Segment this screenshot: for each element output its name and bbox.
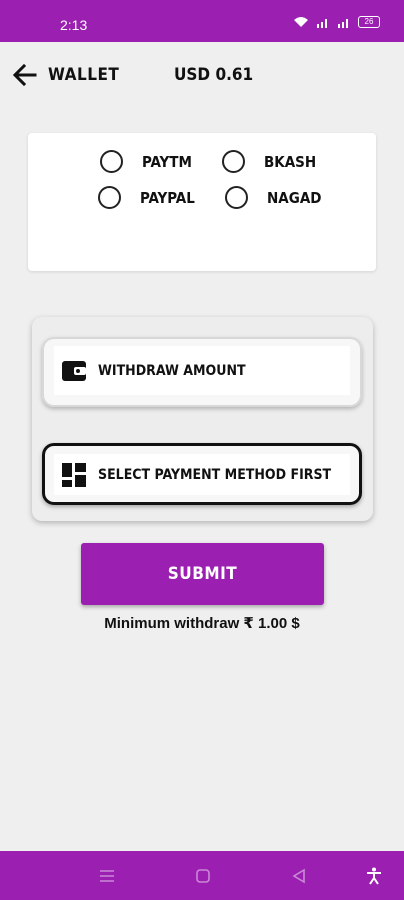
- status-time: 2:13: [60, 17, 88, 33]
- withdraw-form-panel: WITHDRAW AMOUNT SELECT PAYMENT METHOD FI…: [32, 317, 373, 521]
- withdraw-amount-input[interactable]: WITHDRAW AMOUNT: [54, 346, 350, 395]
- payment-method-placeholder: SELECT PAYMENT METHOD FIRST: [98, 466, 332, 483]
- system-nav-bar: [0, 851, 404, 900]
- accessibility-icon[interactable]: [364, 866, 384, 886]
- status-bar: 2:13 26: [0, 0, 404, 42]
- radio-option-paytm[interactable]: PAYTM: [100, 150, 192, 173]
- signal-icon: [317, 19, 327, 28]
- radio-option-nagad[interactable]: NAGAD: [225, 186, 321, 209]
- radio-button[interactable]: [100, 150, 123, 173]
- status-icons: 26: [293, 16, 380, 28]
- minimum-withdraw-text: Minimum withdraw ₹ 1.00 $: [104, 615, 300, 632]
- home-icon[interactable]: [193, 866, 213, 886]
- payment-method-select-inner[interactable]: SELECT PAYMENT METHOD FIRST: [54, 454, 350, 495]
- signal-icon: [338, 19, 348, 28]
- menu-icon[interactable]: [97, 866, 117, 886]
- payment-method-select[interactable]: SELECT PAYMENT METHOD FIRST: [42, 443, 362, 505]
- radio-label-nagad: NAGAD: [267, 188, 322, 207]
- radio-label-paypal: PAYPAL: [140, 188, 195, 207]
- arrow-left-icon[interactable]: [10, 60, 40, 90]
- radio-option-bkash[interactable]: BKASH: [222, 150, 316, 173]
- radio-label-bkash: BKASH: [264, 152, 317, 171]
- radio-button[interactable]: [225, 186, 248, 209]
- wallet-balance: USD 0.61: [174, 65, 254, 85]
- radio-button[interactable]: [98, 186, 121, 209]
- withdraw-amount-field[interactable]: WITHDRAW AMOUNT: [42, 337, 362, 407]
- battery-icon: 26: [358, 16, 380, 28]
- submit-button[interactable]: SUBMIT: [81, 543, 324, 605]
- radio-option-paypal[interactable]: PAYPAL: [98, 186, 195, 209]
- dashboard-icon: [62, 462, 86, 487]
- page-title: WALLET: [48, 65, 120, 85]
- payment-method-card: PAYTM BKASH PAYPAL NAGAD: [28, 133, 376, 271]
- radio-label-paytm: PAYTM: [142, 152, 192, 171]
- wallet-icon: [62, 360, 86, 381]
- wifi-icon: [294, 17, 308, 27]
- back-triangle-icon[interactable]: [289, 866, 309, 886]
- withdraw-amount-placeholder: WITHDRAW AMOUNT: [98, 362, 246, 379]
- app-bar: WALLET USD 0.61: [0, 52, 404, 98]
- radio-button[interactable]: [222, 150, 245, 173]
